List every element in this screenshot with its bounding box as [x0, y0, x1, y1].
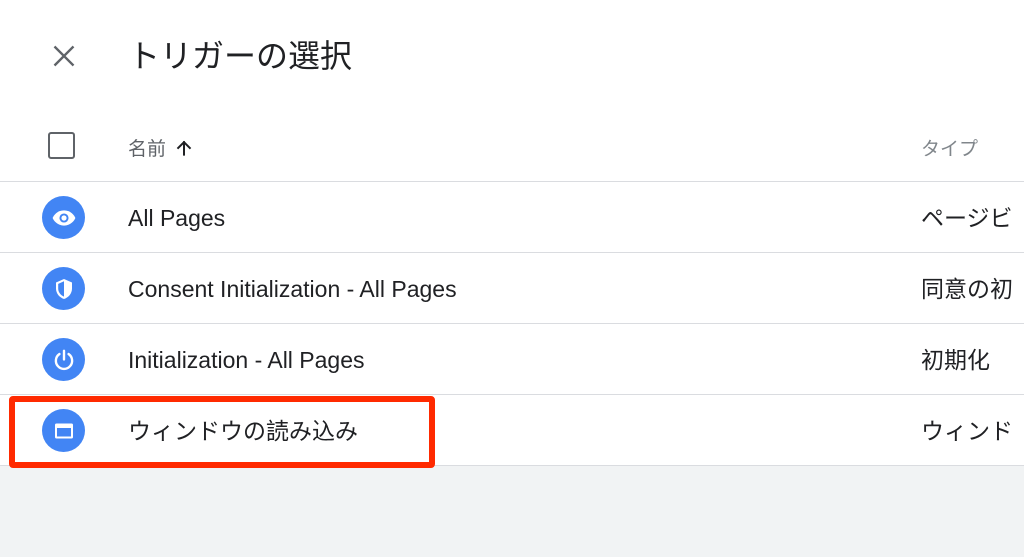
trigger-name: Initialization - All Pages — [128, 347, 365, 373]
trigger-type: ページビ — [921, 205, 1013, 231]
close-icon[interactable] — [51, 43, 77, 69]
shield-icon — [42, 267, 85, 310]
trigger-type: 同意の初 — [921, 276, 1013, 302]
page-title: トリガーの選択 — [128, 38, 353, 74]
trigger-row-all-pages[interactable]: All Pages ページビ — [0, 182, 1024, 253]
power-icon — [42, 338, 85, 381]
empty-area — [0, 466, 1024, 557]
trigger-row-initialization[interactable]: Initialization - All Pages 初期化 — [0, 324, 1024, 395]
trigger-row-window-loaded[interactable]: ウィンドウの読み込み ウィンド — [0, 395, 1024, 466]
trigger-type: 初期化 — [921, 347, 990, 373]
arrow-up-icon[interactable] — [174, 138, 194, 158]
trigger-row-consent-initialization[interactable]: Consent Initialization - All Pages 同意の初 — [0, 253, 1024, 324]
dialog-header: トリガーの選択 — [0, 0, 1024, 115]
table-header: 名前 タイプ — [0, 115, 1024, 182]
trigger-name: ウィンドウの読み込み — [128, 418, 358, 444]
close-button[interactable] — [44, 36, 84, 76]
trigger-name: All Pages — [128, 205, 226, 231]
window-icon — [42, 409, 85, 452]
trigger-type: ウィンド — [921, 418, 1013, 444]
trigger-name: Consent Initialization - All Pages — [128, 276, 457, 302]
column-header-name-label: 名前 — [128, 139, 167, 160]
column-header-type[interactable]: タイプ — [921, 134, 978, 161]
select-all-checkbox[interactable] — [48, 132, 75, 159]
trigger-list: All Pages ページビ Consent Initialization - … — [0, 182, 1024, 466]
column-header-name[interactable]: 名前 — [128, 134, 194, 161]
eye-icon — [42, 196, 85, 239]
